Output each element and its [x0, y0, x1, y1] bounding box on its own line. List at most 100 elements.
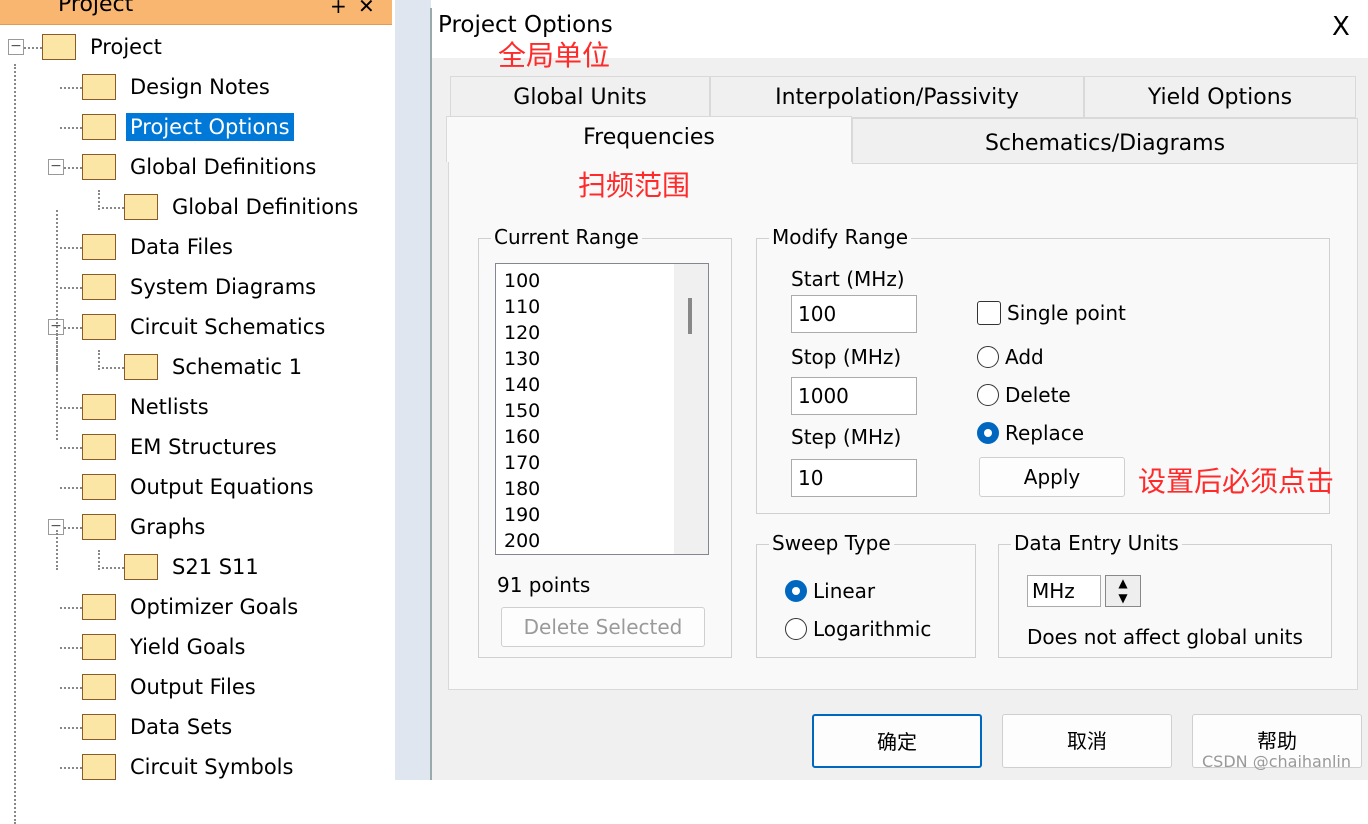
logarithmic-radio[interactable]: Logarithmic	[785, 617, 931, 641]
list-item[interactable]: 150	[504, 398, 540, 424]
stop-label: Stop (MHz)	[791, 345, 902, 369]
tab-frequencies[interactable]: Frequencies	[446, 116, 852, 162]
tree-item-label: Schematic 1	[172, 355, 303, 379]
single-point-checkbox[interactable]: Single point	[977, 301, 1126, 325]
tree-node-icon	[82, 114, 116, 140]
tree-item[interactable]: Yield Goals	[82, 630, 249, 664]
tree-line	[60, 287, 82, 289]
tree-item[interactable]: Design Notes	[82, 70, 274, 104]
checkbox-box[interactable]	[977, 301, 1001, 325]
tree-node-icon	[82, 754, 116, 780]
list-item[interactable]: 160	[504, 424, 540, 450]
list-item[interactable]: 140	[504, 372, 540, 398]
list-item[interactable]: 120	[504, 320, 540, 346]
tree-line	[98, 350, 100, 370]
collapse-toggle[interactable]: −	[8, 39, 24, 55]
tree-item[interactable]: Graphs	[82, 510, 209, 544]
pin-icon[interactable]: +	[330, 0, 347, 18]
add-radio[interactable]: Add	[977, 345, 1044, 369]
radio-label: Delete	[1005, 383, 1071, 407]
tree-item-label: Output Equations	[130, 475, 314, 499]
linear-radio[interactable]: Linear	[785, 579, 875, 603]
tree-item[interactable]: EM Structures	[82, 430, 281, 464]
tree-line	[60, 767, 82, 769]
units-input[interactable]: MHz	[1027, 575, 1101, 607]
tree-item-label: Output Files	[130, 675, 256, 699]
tree-node-icon	[82, 234, 116, 260]
sweep-type-group: Sweep Type Linear Logarithmic	[756, 531, 976, 658]
list-item[interactable]: 100	[504, 268, 540, 294]
tree-item-label: Project Options	[126, 113, 294, 141]
step-input[interactable]: 10	[791, 459, 917, 497]
tree-item-label: EM Structures	[130, 435, 277, 459]
tree-item[interactable]: Output Files	[82, 670, 260, 704]
tree-item-label: Data Files	[130, 235, 233, 259]
tree-line	[60, 607, 82, 609]
radio-label: Logarithmic	[813, 617, 932, 641]
tree-line	[60, 487, 82, 489]
data-entry-units-group: Data Entry Units MHz ▲ ▼ Does not affect …	[998, 531, 1332, 658]
list-item[interactable]: 130	[504, 346, 540, 372]
tab-interpolation[interactable]: Interpolation/Passivity	[710, 76, 1084, 118]
list-item[interactable]: 170	[504, 450, 540, 476]
tree-item-label: Yield Goals	[130, 635, 246, 659]
project-options-dialog: Project Options X 全局单位 Global Units Inte…	[430, 8, 1368, 780]
tree-line	[56, 210, 58, 440]
tree-item[interactable]: Circuit Schematics	[82, 310, 329, 344]
start-input[interactable]: 100	[791, 295, 917, 333]
tree-item[interactable]: Circuit Symbols	[82, 750, 297, 784]
tree-item[interactable]: Optimizer Goals	[82, 590, 302, 624]
tree-item-label: Global Definitions	[130, 155, 317, 179]
delete-selected-button[interactable]: Delete Selected	[501, 607, 705, 647]
list-item[interactable]: 200	[504, 528, 540, 554]
tree-item[interactable]: Netlists	[82, 390, 213, 424]
scrollbar-thumb[interactable]	[688, 298, 692, 334]
close-button[interactable]: X	[1332, 12, 1350, 42]
splitter[interactable]	[395, 0, 431, 780]
stop-input[interactable]: 1000	[791, 377, 917, 415]
tree-line	[98, 190, 100, 210]
tree-line	[102, 207, 124, 209]
tree-item[interactable]: Project Options	[82, 110, 294, 144]
tree-item[interactable]: System Diagrams	[82, 270, 320, 304]
group-label: Current Range	[491, 225, 642, 249]
panel-title: Project	[58, 0, 134, 17]
list-item[interactable]: 180	[504, 476, 540, 502]
units-spinner[interactable]: ▲ ▼	[1105, 575, 1141, 607]
radio-circle[interactable]	[785, 580, 807, 602]
tab-schematics[interactable]: Schematics/Diagrams	[852, 118, 1358, 164]
list-item[interactable]: 190	[504, 502, 540, 528]
close-icon[interactable]: ✕	[358, 0, 375, 18]
radio-circle[interactable]	[977, 346, 999, 368]
radio-circle[interactable]	[785, 618, 807, 640]
tree-item-label: Optimizer Goals	[130, 595, 299, 619]
apply-button[interactable]: Apply	[979, 457, 1125, 497]
scrollbar[interactable]	[674, 264, 708, 554]
tree-line	[56, 530, 58, 570]
tree-item[interactable]: Data Files	[82, 230, 237, 264]
tree-item[interactable]: Output Equations	[82, 470, 318, 504]
ok-button[interactable]: 确定	[812, 714, 982, 768]
delete-radio[interactable]: Delete	[977, 383, 1071, 407]
tree-item[interactable]: Global Definitions	[82, 150, 320, 184]
tree-item[interactable]: Global Definitions	[124, 190, 362, 224]
tab-global-units[interactable]: Global Units	[450, 76, 710, 118]
collapse-toggle[interactable]: −	[48, 159, 64, 175]
tree-line	[60, 687, 82, 689]
replace-radio[interactable]: Replace	[977, 421, 1084, 445]
range-list[interactable]: 100 110 120 130 140 150 160 170 180 190 200	[495, 263, 709, 555]
list-item[interactable]: 110	[504, 294, 540, 320]
start-label: Start (MHz)	[791, 267, 905, 291]
tree-line	[60, 727, 82, 729]
tab-yield-options[interactable]: Yield Options	[1084, 76, 1356, 118]
tree-item[interactable]: Data Sets	[82, 710, 236, 744]
cancel-button[interactable]: 取消	[1002, 714, 1172, 768]
tree-item[interactable]: Project	[42, 30, 166, 64]
tree-item[interactable]: Schematic 1	[124, 350, 306, 384]
tree-node-icon	[124, 194, 158, 220]
radio-circle[interactable]	[977, 384, 999, 406]
radio-circle[interactable]	[977, 422, 999, 444]
tree-node-icon	[82, 674, 116, 700]
tree-line	[56, 330, 58, 370]
tree-item[interactable]: S21 S11	[124, 550, 263, 584]
